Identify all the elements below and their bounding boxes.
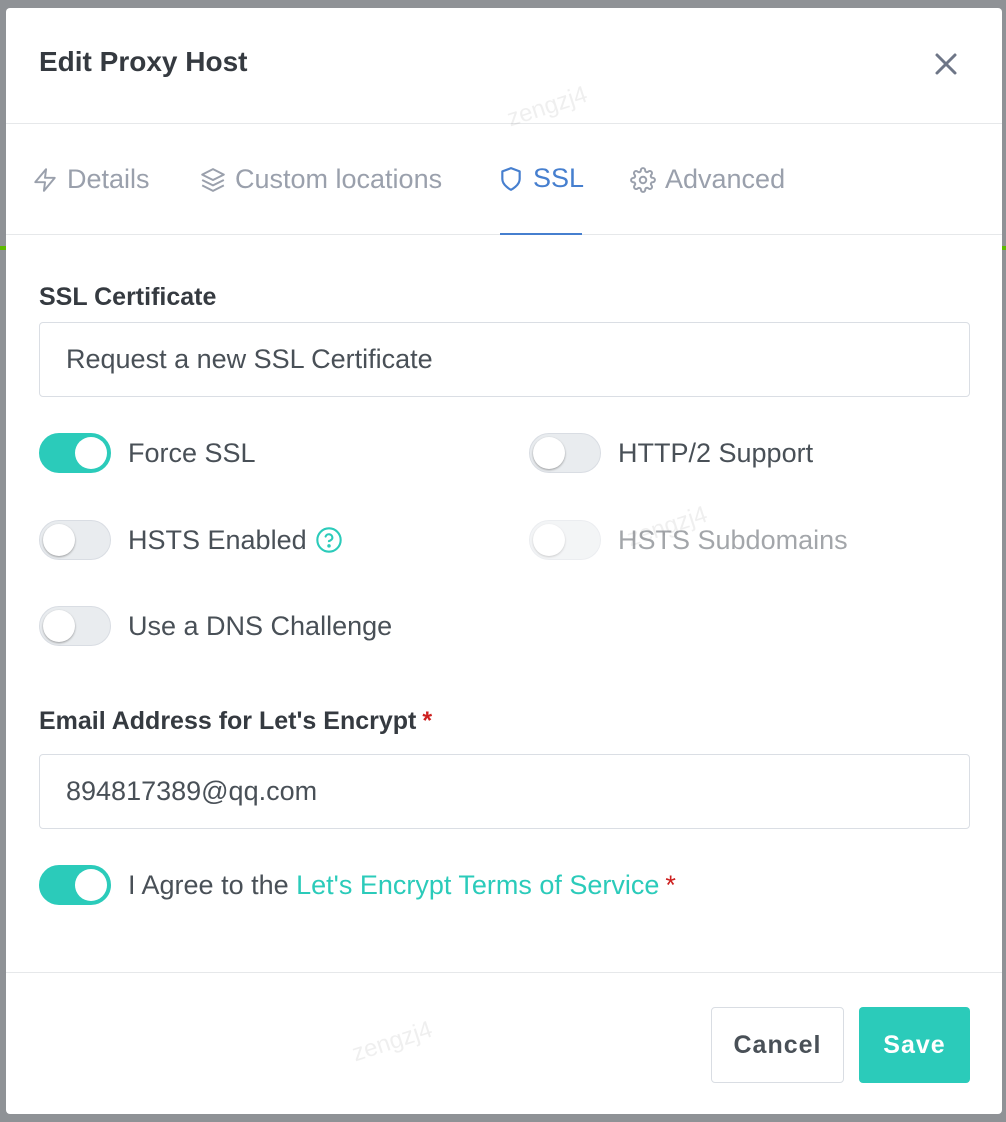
layers-icon xyxy=(201,167,225,192)
agree-prefix: I Agree to the xyxy=(128,869,297,900)
hsts-toggle[interactable] xyxy=(39,520,111,560)
dns-challenge-toggle[interactable] xyxy=(39,606,111,646)
backdrop-divider xyxy=(1002,246,1006,250)
tab-advanced-label: Advanced xyxy=(665,164,786,194)
toggle-knob xyxy=(75,437,107,469)
required-mark: * xyxy=(665,869,676,900)
agree-tos-switch[interactable]: I Agree to the Let's Encrypt Terms of Se… xyxy=(39,865,676,905)
close-button[interactable] xyxy=(930,48,962,80)
agree-tos-label: I Agree to the Let's Encrypt Terms of Se… xyxy=(128,870,676,901)
email-label: Email Address for Let's Encrypt * xyxy=(39,707,432,736)
toggle-knob xyxy=(43,610,75,642)
email-label-text: Email Address for Let's Encrypt xyxy=(39,707,417,735)
modal-header: Edit Proxy Host xyxy=(6,8,1002,124)
hsts-label: HSTS Enabled xyxy=(128,524,307,555)
cancel-button[interactable]: Cancel xyxy=(711,1007,844,1083)
dns-challenge-switch[interactable]: Use a DNS Challenge xyxy=(39,606,392,646)
tos-link[interactable]: Let's Encrypt Terms of Service xyxy=(296,870,659,900)
tab-custom-locations[interactable]: Custom locations xyxy=(200,124,442,235)
tab-ssl-label: SSL xyxy=(532,163,585,193)
ssl-certificate-select[interactable]: Request a new SSL Certificate xyxy=(39,322,970,397)
force-ssl-switch[interactable]: Force SSL xyxy=(39,433,256,473)
tab-ssl[interactable]: SSL xyxy=(500,124,585,235)
hsts-subdomains-toggle xyxy=(529,520,601,560)
save-button[interactable]: Save xyxy=(859,1007,970,1083)
force-ssl-toggle[interactable] xyxy=(39,433,111,473)
tab-advanced[interactable]: Advanced xyxy=(630,124,785,235)
ssl-certificate-label: SSL Certificate xyxy=(39,283,217,311)
required-mark: * xyxy=(422,707,433,735)
dns-challenge-label: Use a DNS Challenge xyxy=(128,610,393,641)
toggle-knob xyxy=(533,437,565,469)
tab-details-label: Details xyxy=(67,164,150,194)
tab-details[interactable]: Details xyxy=(32,124,150,235)
toggle-knob xyxy=(533,524,565,556)
toggle-knob xyxy=(43,524,75,556)
shield-icon xyxy=(501,166,521,191)
modal-title: Edit Proxy Host xyxy=(39,46,248,77)
http2-label: HTTP/2 Support xyxy=(618,437,814,468)
toggle-knob xyxy=(75,869,107,901)
http2-toggle[interactable] xyxy=(529,433,601,473)
modal-footer: Cancel Save xyxy=(6,972,1002,1114)
edit-proxy-host-modal: Edit Proxy Host Details Custom locations xyxy=(6,8,1002,1114)
force-ssl-label: Force SSL xyxy=(128,437,256,468)
gear-icon xyxy=(630,166,656,193)
http2-switch[interactable]: HTTP/2 Support xyxy=(529,433,813,473)
email-field[interactable]: 894817389@qq.com xyxy=(39,754,970,829)
close-icon xyxy=(935,53,957,75)
hsts-subdomains-label: HSTS Subdomains xyxy=(618,524,848,555)
tab-bar: Details Custom locations SSL Advanced xyxy=(6,124,1002,235)
help-circle-icon[interactable] xyxy=(315,526,343,554)
hsts-subdomains-switch: HSTS Subdomains xyxy=(529,520,848,560)
zap-icon xyxy=(34,167,56,192)
hsts-switch[interactable]: HSTS Enabled xyxy=(39,520,343,560)
tab-custom-locations-label: Custom locations xyxy=(235,164,443,194)
agree-tos-toggle[interactable] xyxy=(39,865,111,905)
